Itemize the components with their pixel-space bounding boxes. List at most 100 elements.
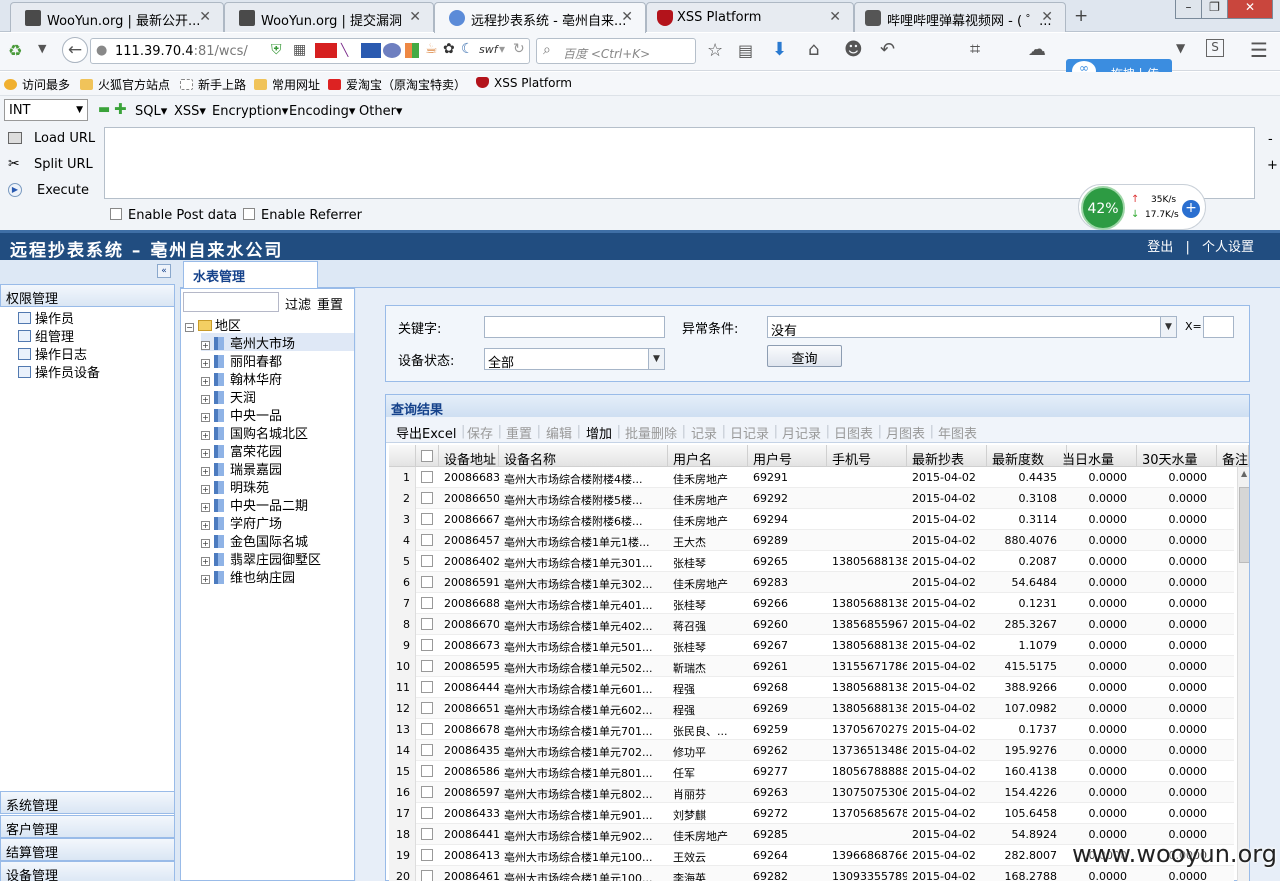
row-checkbox[interactable] bbox=[421, 744, 433, 756]
maximize-button[interactable]: ❐ bbox=[1201, 0, 1228, 19]
table-row[interactable]: 20 20086461 亳州大市场综合楼1单元100... 李海英 69282 13093… bbox=[389, 866, 1234, 881]
column-header[interactable]: 用户号 bbox=[748, 445, 827, 467]
row-checkbox[interactable] bbox=[421, 513, 433, 525]
search-input[interactable]: ⌕ 百度 <Ctrl+K> bbox=[536, 38, 696, 64]
section-device[interactable]: 设备管理 bbox=[0, 861, 175, 881]
column-header[interactable]: 设备名称 bbox=[499, 445, 668, 467]
bookmark-common[interactable]: 常用网址 bbox=[254, 76, 320, 93]
expand-icon[interactable]: + bbox=[201, 557, 210, 566]
minus-icon[interactable]: ▬ bbox=[98, 102, 110, 117]
row-select-cell[interactable] bbox=[416, 719, 439, 740]
row-checkbox[interactable] bbox=[421, 849, 433, 861]
chat-icon[interactable]: ☁ bbox=[1028, 39, 1046, 60]
vertical-scrollbar[interactable]: ▲ bbox=[1237, 467, 1249, 881]
table-row[interactable]: 12 20086651 亳州大市场综合楼1单元602... 程强 69269 138056… bbox=[389, 698, 1234, 719]
tree-node[interactable]: + 国购名城北区 bbox=[201, 423, 354, 442]
row-select-cell[interactable] bbox=[416, 803, 439, 824]
expand-icon[interactable]: + bbox=[201, 413, 210, 422]
row-checkbox[interactable] bbox=[421, 870, 433, 881]
row-select-cell[interactable] bbox=[416, 866, 439, 881]
crop-icon[interactable]: ⌗ bbox=[970, 39, 980, 60]
bookmark-firefox[interactable]: 火狐官方站点 bbox=[80, 76, 170, 93]
reading-list-icon[interactable]: ▤ bbox=[738, 41, 753, 60]
table-row[interactable]: 16 20086597 亳州大市场综合楼1单元802... 肖丽芬 69263 13075… bbox=[389, 782, 1234, 803]
row-select-cell[interactable] bbox=[416, 551, 439, 572]
table-row[interactable]: 1 20086683 亳州大市场综合楼附楼4楼... 佳禾房地产 69291 2015-0… bbox=[389, 467, 1234, 488]
back-button[interactable]: ← bbox=[62, 37, 88, 63]
plus-icon[interactable]: ✚ bbox=[114, 100, 127, 118]
row-checkbox[interactable] bbox=[421, 576, 433, 588]
expand-icon[interactable]: + bbox=[201, 485, 210, 494]
smiley-icon[interactable]: ☻ bbox=[844, 39, 863, 60]
browser-tab[interactable]: WooYun.org | 最新公开... ✕ bbox=[10, 2, 224, 32]
select-all-header[interactable] bbox=[416, 445, 439, 467]
column-header[interactable]: 设备地址 bbox=[439, 445, 499, 467]
filter-button[interactable]: 过滤 bbox=[285, 294, 311, 313]
row-select-cell[interactable] bbox=[416, 740, 439, 761]
bookmark-taobao[interactable]: 爱淘宝（原淘宝特卖） bbox=[328, 76, 466, 93]
reload-icon[interactable]: ↻ bbox=[513, 41, 525, 57]
table-row[interactable]: 9 20086673 亳州大市场综合楼1单元501... 张桂琴 69267 138056… bbox=[389, 635, 1234, 656]
menu-encryption[interactable]: Encryption▾ bbox=[212, 104, 288, 119]
keyword-input[interactable] bbox=[484, 316, 665, 338]
tree-node[interactable]: + 翡翠庄园御墅区 bbox=[201, 549, 354, 568]
column-header[interactable]: 30天水量 bbox=[1137, 445, 1217, 467]
table-row[interactable]: 7 20086688 亳州大市场综合楼1单元401... 张桂琴 69266 138056… bbox=[389, 593, 1234, 614]
tree-node[interactable]: + 富荣花园 bbox=[201, 441, 354, 460]
star-icon[interactable]: ☆ bbox=[707, 40, 723, 61]
menu-icon[interactable]: ☰ bbox=[1250, 38, 1268, 62]
row-select-cell[interactable] bbox=[416, 677, 439, 698]
tab-meter-management[interactable]: 水表管理 bbox=[183, 261, 318, 288]
table-row[interactable]: 6 20086591 亳州大市场综合楼1单元302... 佳禾房地产 69283 2015… bbox=[389, 572, 1234, 593]
row-checkbox[interactable] bbox=[421, 534, 433, 546]
close-icon[interactable]: ✕ bbox=[621, 9, 633, 25]
toolbar-button[interactable]: 导出Excel | bbox=[396, 423, 465, 442]
expand-icon[interactable]: + bbox=[201, 431, 210, 440]
load-url-button[interactable]: Load URL bbox=[4, 131, 95, 146]
status-select[interactable]: 全部 ▼ bbox=[484, 348, 665, 371]
expand-icon[interactable]: + bbox=[201, 449, 210, 458]
close-icon[interactable]: ✕ bbox=[1041, 9, 1053, 25]
row-checkbox[interactable] bbox=[421, 555, 433, 567]
home-icon[interactable]: ⌂ bbox=[808, 39, 819, 60]
column-header[interactable]: 手机号 bbox=[827, 445, 907, 467]
close-window-button[interactable]: ✕ bbox=[1227, 0, 1273, 19]
row-select-cell[interactable] bbox=[416, 635, 439, 656]
nav-item-group[interactable]: 组管理 bbox=[18, 326, 74, 345]
tree-node[interactable]: + 亳州大市场 bbox=[201, 333, 354, 352]
tree-node[interactable]: + 天润 bbox=[201, 387, 354, 406]
table-row[interactable]: 5 20086402 亳州大市场综合楼1单元301... 张桂琴 69265 138056… bbox=[389, 551, 1234, 572]
expand-icon[interactable]: + bbox=[201, 575, 210, 584]
browser-tab[interactable]: WooYun.org | 提交漏洞 ✕ bbox=[224, 2, 434, 32]
menu-encoding[interactable]: Encoding▾ bbox=[289, 104, 355, 119]
network-speed-widget[interactable]: 42% ↑ 35K/s ↓ 17.7K/s + bbox=[1078, 184, 1206, 230]
enable-referrer-checkbox[interactable]: Enable Referrer bbox=[243, 208, 362, 223]
row-checkbox[interactable] bbox=[421, 492, 433, 504]
bookmark-newbie[interactable]: 新手上路 bbox=[180, 76, 246, 93]
expand-icon[interactable]: + bbox=[201, 503, 210, 512]
tree-node[interactable]: + 中央一品二期 bbox=[201, 495, 354, 514]
expand-icon[interactable]: + bbox=[201, 467, 210, 476]
menu-sql[interactable]: SQL▾ bbox=[135, 104, 167, 119]
column-header[interactable]: 用户名 bbox=[668, 445, 748, 467]
row-select-cell[interactable] bbox=[416, 761, 439, 782]
tree-root[interactable]: − 地区 bbox=[185, 315, 241, 334]
row-checkbox[interactable] bbox=[421, 765, 433, 777]
tree-node[interactable]: + 金色国际名城 bbox=[201, 531, 354, 550]
table-row[interactable]: 14 20086435 亳州大市场综合楼1单元702... 修功平 69262 13736… bbox=[389, 740, 1234, 761]
row-checkbox[interactable] bbox=[421, 723, 433, 735]
section-settlement[interactable]: 结算管理 bbox=[0, 838, 175, 861]
bookmark-most-visited[interactable]: 访问最多 bbox=[4, 76, 70, 93]
table-row[interactable]: 8 20086670 亳州大市场综合楼1单元402... 蒋召强 69260 138568… bbox=[389, 614, 1234, 635]
table-row[interactable]: 13 20086678 亳州大市场综合楼1单元701... 张民良、... 69259 1… bbox=[389, 719, 1234, 740]
expand-icon[interactable]: + bbox=[201, 359, 210, 368]
refresh-green-icon[interactable]: ♻ bbox=[8, 41, 22, 60]
bookmark-xss[interactable]: XSS Platform bbox=[476, 76, 572, 90]
row-checkbox[interactable] bbox=[421, 471, 433, 483]
plus-icon[interactable]: + bbox=[1267, 158, 1278, 173]
row-checkbox[interactable] bbox=[421, 618, 433, 630]
section-customer[interactable]: 客户管理 bbox=[0, 815, 175, 838]
plus-icon[interactable]: + bbox=[1182, 200, 1200, 218]
tree-node[interactable]: + 中央一品 bbox=[201, 405, 354, 424]
expand-icon[interactable]: + bbox=[201, 377, 210, 386]
